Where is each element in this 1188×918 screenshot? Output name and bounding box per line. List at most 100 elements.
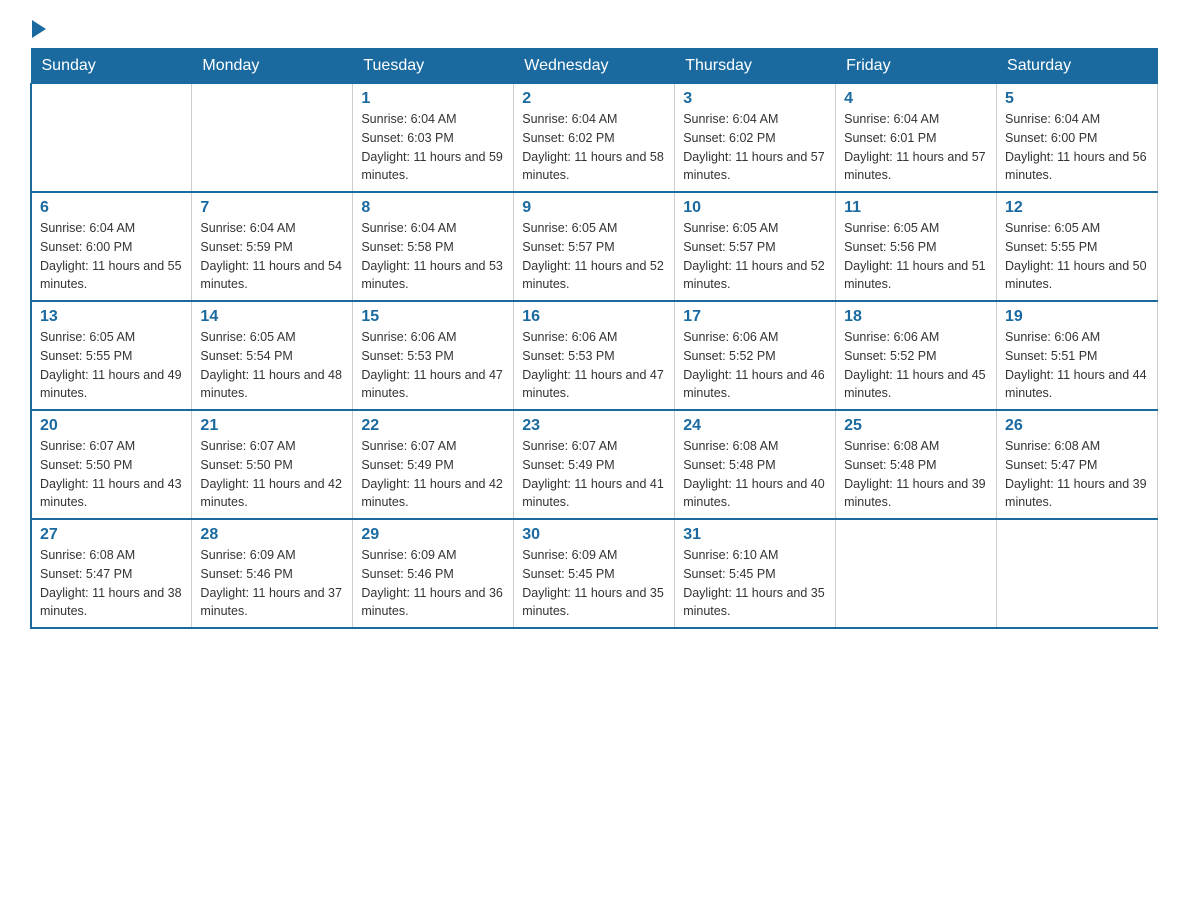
day-info: Sunrise: 6:08 AMSunset: 5:48 PMDaylight:…: [683, 437, 827, 512]
day-number: 23: [522, 417, 666, 435]
day-info: Sunrise: 6:05 AMSunset: 5:57 PMDaylight:…: [683, 219, 827, 294]
calendar-cell: 28Sunrise: 6:09 AMSunset: 5:46 PMDayligh…: [192, 519, 353, 628]
day-info: Sunrise: 6:04 AMSunset: 6:02 PMDaylight:…: [683, 110, 827, 185]
day-info: Sunrise: 6:04 AMSunset: 6:00 PMDaylight:…: [40, 219, 183, 294]
calendar-cell: 22 Sunrise: 6:07 AMSunset: 5:49 PMDayligh…: [353, 410, 514, 519]
day-info: Sunrise: 6:04 AMSunset: 5:59 PMDaylight:…: [200, 219, 344, 294]
day-number: 9: [522, 199, 666, 217]
calendar-cell: 12 Sunrise: 6:05 AMSunset: 5:55 PMDayligh…: [997, 192, 1158, 301]
calendar-table: SundayMondayTuesdayWednesdayThursdayFrid…: [30, 48, 1158, 629]
weekday-header-row: SundayMondayTuesdayWednesdayThursdayFrid…: [31, 49, 1158, 84]
weekday-header-sunday: Sunday: [31, 49, 192, 84]
weekday-header-friday: Friday: [836, 49, 997, 84]
day-number: 6: [40, 199, 183, 217]
day-number: 15: [361, 308, 505, 326]
calendar-week-3: 13Sunrise: 6:05 AMSunset: 5:55 PMDayligh…: [31, 301, 1158, 410]
weekday-header-tuesday: Tuesday: [353, 49, 514, 84]
day-number: 16: [522, 308, 666, 326]
day-number: 22: [361, 417, 505, 435]
day-number: 11: [844, 199, 988, 217]
calendar-cell: [192, 84, 353, 193]
day-info: Sunrise: 6:06 AMSunset: 5:52 PMDaylight:…: [844, 328, 988, 403]
calendar-cell: 25 Sunrise: 6:08 AMSunset: 5:48 PMDayligh…: [836, 410, 997, 519]
calendar-cell: 7 Sunrise: 6:04 AMSunset: 5:59 PMDaylight…: [192, 192, 353, 301]
calendar-cell: 3 Sunrise: 6:04 AMSunset: 6:02 PMDaylight…: [675, 84, 836, 193]
day-info: Sunrise: 6:04 AMSunset: 6:00 PMDaylight:…: [1005, 110, 1149, 185]
day-info: Sunrise: 6:07 AMSunset: 5:50 PMDaylight:…: [40, 437, 183, 512]
day-number: 12: [1005, 199, 1149, 217]
day-number: 5: [1005, 90, 1149, 108]
day-number: 7: [200, 199, 344, 217]
day-number: 18: [844, 308, 988, 326]
day-info: Sunrise: 6:09 AMSunset: 5:45 PMDaylight:…: [522, 546, 666, 621]
calendar-week-1: 1 Sunrise: 6:04 AMSunset: 6:03 PMDaylight…: [31, 84, 1158, 193]
day-info: Sunrise: 6:06 AMSunset: 5:53 PMDaylight:…: [361, 328, 505, 403]
calendar-cell: 1 Sunrise: 6:04 AMSunset: 6:03 PMDaylight…: [353, 84, 514, 193]
calendar-week-4: 20 Sunrise: 6:07 AMSunset: 5:50 PMDayligh…: [31, 410, 1158, 519]
day-number: 21: [200, 417, 344, 435]
day-number: 20: [40, 417, 183, 435]
day-number: 10: [683, 199, 827, 217]
day-number: 27: [40, 526, 183, 544]
calendar-cell: 11 Sunrise: 6:05 AMSunset: 5:56 PMDayligh…: [836, 192, 997, 301]
calendar-cell: 4Sunrise: 6:04 AMSunset: 6:01 PMDaylight…: [836, 84, 997, 193]
calendar-cell: 6 Sunrise: 6:04 AMSunset: 6:00 PMDaylight…: [31, 192, 192, 301]
calendar-cell: 15 Sunrise: 6:06 AMSunset: 5:53 PMDayligh…: [353, 301, 514, 410]
day-number: 24: [683, 417, 827, 435]
calendar-cell: 27 Sunrise: 6:08 AMSunset: 5:47 PMDayligh…: [31, 519, 192, 628]
day-number: 3: [683, 90, 827, 108]
day-info: Sunrise: 6:07 AMSunset: 5:50 PMDaylight:…: [200, 437, 344, 512]
day-info: Sunrise: 6:07 AMSunset: 5:49 PMDaylight:…: [522, 437, 666, 512]
day-number: 26: [1005, 417, 1149, 435]
day-info: Sunrise: 6:04 AMSunset: 6:02 PMDaylight:…: [522, 110, 666, 185]
day-info: Sunrise: 6:05 AMSunset: 5:57 PMDaylight:…: [522, 219, 666, 294]
calendar-cell: 30 Sunrise: 6:09 AMSunset: 5:45 PMDayligh…: [514, 519, 675, 628]
calendar-week-5: 27 Sunrise: 6:08 AMSunset: 5:47 PMDayligh…: [31, 519, 1158, 628]
calendar-cell: 21 Sunrise: 6:07 AMSunset: 5:50 PMDayligh…: [192, 410, 353, 519]
calendar-cell: 14 Sunrise: 6:05 AMSunset: 5:54 PMDayligh…: [192, 301, 353, 410]
calendar-cell: 13Sunrise: 6:05 AMSunset: 5:55 PMDayligh…: [31, 301, 192, 410]
day-info: Sunrise: 6:06 AMSunset: 5:51 PMDaylight:…: [1005, 328, 1149, 403]
day-info: Sunrise: 6:07 AMSunset: 5:49 PMDaylight:…: [361, 437, 505, 512]
calendar-cell: 18 Sunrise: 6:06 AMSunset: 5:52 PMDayligh…: [836, 301, 997, 410]
calendar-week-2: 6 Sunrise: 6:04 AMSunset: 6:00 PMDaylight…: [31, 192, 1158, 301]
day-info: Sunrise: 6:05 AMSunset: 5:56 PMDaylight:…: [844, 219, 988, 294]
page-header: [30, 20, 1158, 38]
day-number: 31: [683, 526, 827, 544]
weekday-header-wednesday: Wednesday: [514, 49, 675, 84]
day-info: Sunrise: 6:05 AMSunset: 5:54 PMDaylight:…: [200, 328, 344, 403]
day-number: 19: [1005, 308, 1149, 326]
weekday-header-saturday: Saturday: [997, 49, 1158, 84]
day-number: 1: [361, 90, 505, 108]
calendar-cell: 10 Sunrise: 6:05 AMSunset: 5:57 PMDayligh…: [675, 192, 836, 301]
day-info: Sunrise: 6:04 AMSunset: 5:58 PMDaylight:…: [361, 219, 505, 294]
calendar-cell: 20 Sunrise: 6:07 AMSunset: 5:50 PMDayligh…: [31, 410, 192, 519]
day-number: 25: [844, 417, 988, 435]
calendar-cell: 29Sunrise: 6:09 AMSunset: 5:46 PMDayligh…: [353, 519, 514, 628]
logo-triangle-icon: [32, 20, 46, 38]
day-number: 17: [683, 308, 827, 326]
day-info: Sunrise: 6:05 AMSunset: 5:55 PMDaylight:…: [1005, 219, 1149, 294]
day-number: 29: [361, 526, 505, 544]
calendar-cell: 8Sunrise: 6:04 AMSunset: 5:58 PMDaylight…: [353, 192, 514, 301]
logo: [30, 20, 46, 38]
calendar-cell: 31Sunrise: 6:10 AMSunset: 5:45 PMDayligh…: [675, 519, 836, 628]
day-info: Sunrise: 6:08 AMSunset: 5:47 PMDaylight:…: [40, 546, 183, 621]
calendar-cell: 24 Sunrise: 6:08 AMSunset: 5:48 PMDayligh…: [675, 410, 836, 519]
day-number: 30: [522, 526, 666, 544]
day-info: Sunrise: 6:04 AMSunset: 6:01 PMDaylight:…: [844, 110, 988, 185]
calendar-cell: 2 Sunrise: 6:04 AMSunset: 6:02 PMDaylight…: [514, 84, 675, 193]
calendar-cell: 26 Sunrise: 6:08 AMSunset: 5:47 PMDayligh…: [997, 410, 1158, 519]
day-number: 14: [200, 308, 344, 326]
day-info: Sunrise: 6:09 AMSunset: 5:46 PMDaylight:…: [200, 546, 344, 621]
calendar-cell: [836, 519, 997, 628]
calendar-cell: 16Sunrise: 6:06 AMSunset: 5:53 PMDayligh…: [514, 301, 675, 410]
calendar-cell: [31, 84, 192, 193]
day-number: 2: [522, 90, 666, 108]
calendar-cell: 23 Sunrise: 6:07 AMSunset: 5:49 PMDayligh…: [514, 410, 675, 519]
calendar-cell: 9 Sunrise: 6:05 AMSunset: 5:57 PMDaylight…: [514, 192, 675, 301]
day-info: Sunrise: 6:08 AMSunset: 5:48 PMDaylight:…: [844, 437, 988, 512]
calendar-cell: 19 Sunrise: 6:06 AMSunset: 5:51 PMDayligh…: [997, 301, 1158, 410]
day-info: Sunrise: 6:08 AMSunset: 5:47 PMDaylight:…: [1005, 437, 1149, 512]
day-info: Sunrise: 6:04 AMSunset: 6:03 PMDaylight:…: [361, 110, 505, 185]
